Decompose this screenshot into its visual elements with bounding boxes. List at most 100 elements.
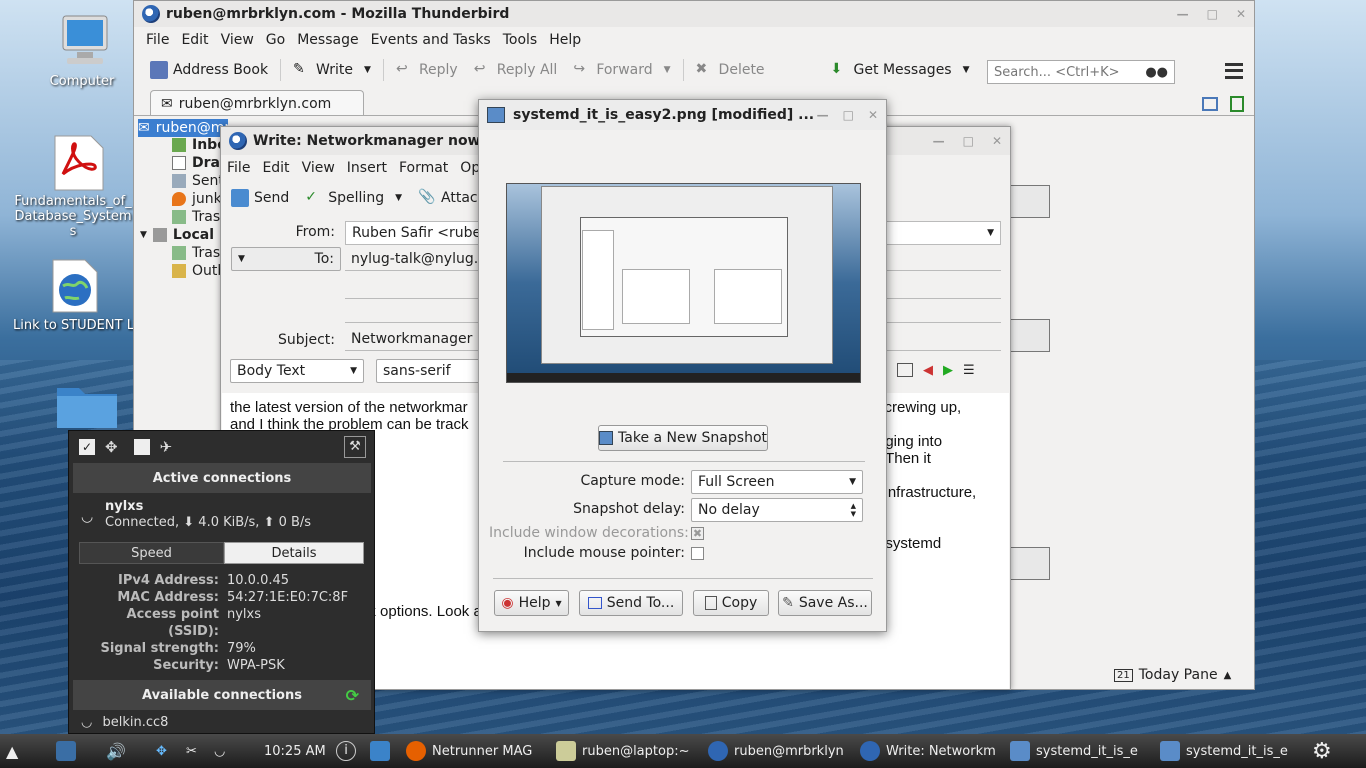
networking-enabled-checkbox[interactable]: ✓	[79, 439, 95, 455]
task-thunderbird[interactable]: ruben@mrbrklyn	[708, 734, 844, 768]
menu-go[interactable]: Go	[260, 32, 291, 48]
tab-details[interactable]: Details	[224, 542, 364, 564]
terminal-launcher[interactable]	[56, 734, 76, 768]
desktop-icon-computer[interactable]: Computer	[17, 14, 147, 89]
maximize-icon[interactable]: □	[1207, 7, 1218, 21]
task-netrunner[interactable]: Netrunner MAG	[406, 734, 532, 768]
app-menu-icon[interactable]	[1225, 63, 1243, 79]
body-line	[877, 501, 1007, 518]
menu-file[interactable]: File	[221, 160, 256, 176]
connection-item[interactable]: ◡ nylxs Connected, ⬇ 4.0 KiB/s, ⬆ 0 B/s	[73, 495, 371, 535]
local-folders-row[interactable]: ▼ Local	[140, 227, 214, 243]
help-button[interactable]: ◉ Help ▼	[494, 590, 569, 616]
account-row[interactable]: ✉ruben@mrbrklyn.com	[138, 119, 228, 137]
align-icon[interactable]: ☰	[963, 363, 975, 378]
menu-edit[interactable]: Edit	[256, 160, 295, 176]
available-connection-item[interactable]: ◡ belkin.cc8	[81, 715, 168, 730]
menu-help[interactable]: Help	[543, 32, 587, 48]
desktop-icon-pdf[interactable]: Fundamentals_of_Database_Systems	[13, 134, 143, 239]
network-tray[interactable]: ✥	[156, 734, 167, 768]
font-select[interactable]: sans-serif	[376, 359, 486, 383]
clipboard-tray[interactable]: ✂	[186, 734, 197, 768]
outbox-icon	[172, 264, 186, 278]
spin-arrows-icon[interactable]: ▲ ▼	[851, 502, 856, 518]
menu-edit[interactable]: Edit	[175, 32, 214, 48]
recipient-type-select[interactable]: ▼ To:	[231, 247, 341, 271]
menu-insert[interactable]: Insert	[341, 160, 393, 176]
outdent-icon[interactable]: ◀	[923, 363, 933, 378]
chevron-down-icon[interactable]: ▼	[364, 65, 371, 75]
file-manager-launcher[interactable]	[370, 734, 390, 768]
copy-button[interactable]: Copy	[693, 590, 769, 616]
reply-all-icon: ↩	[473, 61, 486, 77]
wifi-tray[interactable]: ◡	[214, 734, 225, 768]
send-to-button[interactable]: Send To...	[579, 590, 683, 616]
menu-view[interactable]: View	[296, 160, 341, 176]
system-settings[interactable]: ⚙	[1312, 734, 1332, 768]
task-snapshot-1[interactable]: systemd_it_is_e	[1010, 734, 1138, 768]
task-compose[interactable]: Write: Networkm	[860, 734, 996, 768]
tab-mail[interactable]: ✉ ruben@mrbrklyn.com	[150, 90, 364, 116]
task-terminal[interactable]: ruben@laptop:~	[556, 734, 689, 768]
close-icon[interactable]: ✕	[868, 108, 878, 122]
write-button[interactable]: ✎ Write ▼	[285, 55, 379, 85]
menu-format[interactable]: Format	[393, 160, 454, 176]
menu-tools[interactable]: Tools	[497, 32, 544, 48]
airplane-mode-checkbox[interactable]	[133, 439, 150, 455]
chevron-down-icon[interactable]: ▼	[664, 65, 671, 75]
close-icon[interactable]: ✕	[1236, 7, 1246, 21]
minimize-icon[interactable]: —	[1177, 7, 1189, 21]
task-snapshot-2[interactable]: systemd_it_is_e	[1160, 734, 1288, 768]
trash-icon	[172, 246, 186, 260]
application-launcher[interactable]: ▲	[6, 734, 18, 768]
refresh-icon[interactable]: ⟳	[346, 686, 359, 705]
menu-file[interactable]: File	[140, 32, 175, 48]
minimize-icon[interactable]: —	[817, 108, 829, 122]
address-book-button[interactable]: Address Book	[142, 55, 276, 85]
minimize-icon[interactable]: —	[933, 134, 945, 148]
info-tray[interactable]: i	[336, 734, 356, 768]
maximize-icon[interactable]: □	[963, 134, 974, 148]
menu-view[interactable]: View	[215, 32, 260, 48]
chevron-down-icon: ▼	[849, 477, 856, 487]
take-new-snapshot-button[interactable]: Take a New Snapshot	[598, 425, 768, 451]
tab-speed[interactable]: Speed	[79, 542, 224, 564]
close-icon[interactable]: ✕	[992, 134, 1002, 148]
chevron-down-icon[interactable]: ▼	[395, 193, 402, 203]
spelling-button[interactable]: ✓ Spelling ▼	[297, 183, 410, 213]
folder-sent[interactable]: Sent	[172, 173, 224, 189]
reply-button[interactable]: ↩ Reply	[388, 55, 466, 85]
save-as-button[interactable]: ✎ Save As...	[778, 590, 872, 616]
send-button[interactable]: Send	[223, 183, 297, 213]
folder-trash[interactable]: Tras	[172, 209, 220, 225]
get-messages-button[interactable]: ⬇ Get Messages ▼	[823, 55, 978, 85]
menu-message[interactable]: Message	[291, 32, 364, 48]
folder-inbox[interactable]: Inbo	[172, 137, 227, 153]
search-input[interactable]: Search... <Ctrl+K> ●●	[987, 60, 1175, 84]
snapshot-preview[interactable]	[506, 183, 861, 383]
local-folder-trash[interactable]: Tras	[172, 245, 220, 261]
snapshot-delay-spinbox[interactable]: No delay ▲ ▼	[691, 498, 863, 522]
indent-icon[interactable]: ▶	[943, 363, 953, 378]
reply-all-button[interactable]: ↩ Reply All	[466, 55, 566, 85]
local-folder-outbox[interactable]: Outb	[172, 263, 226, 279]
menu-events[interactable]: Events and Tasks	[365, 32, 497, 48]
settings-icon[interactable]: ⚒	[344, 436, 366, 458]
today-pane-button[interactable]: 21 Today Pane ▲	[1114, 667, 1231, 683]
include-pointer-checkbox[interactable]	[691, 547, 704, 560]
clock[interactable]: 10:25 AM	[264, 734, 326, 768]
tasks-icon[interactable]	[1230, 96, 1244, 112]
numbered-list-icon[interactable]	[897, 363, 913, 377]
delete-button[interactable]: ✖ Delete	[688, 55, 773, 85]
folder-drafts[interactable]: Dra	[172, 155, 220, 171]
desktop-icon-student-link[interactable]: Link to STUDENT L	[11, 258, 136, 333]
paragraph-style-select[interactable]: Body Text ▼	[230, 359, 364, 383]
calendar-icon[interactable]	[1202, 97, 1218, 111]
volume-tray[interactable]: 🔊	[106, 734, 126, 768]
folder-junk[interactable]: junk	[172, 191, 222, 207]
chevron-down-icon[interactable]: ▼	[963, 65, 970, 75]
forward-button[interactable]: ↪ Forward ▼	[565, 55, 678, 85]
include-decorations-checkbox[interactable]: ✖	[691, 527, 704, 540]
capture-mode-select[interactable]: Full Screen ▼	[691, 470, 863, 494]
maximize-icon[interactable]: □	[843, 108, 854, 122]
